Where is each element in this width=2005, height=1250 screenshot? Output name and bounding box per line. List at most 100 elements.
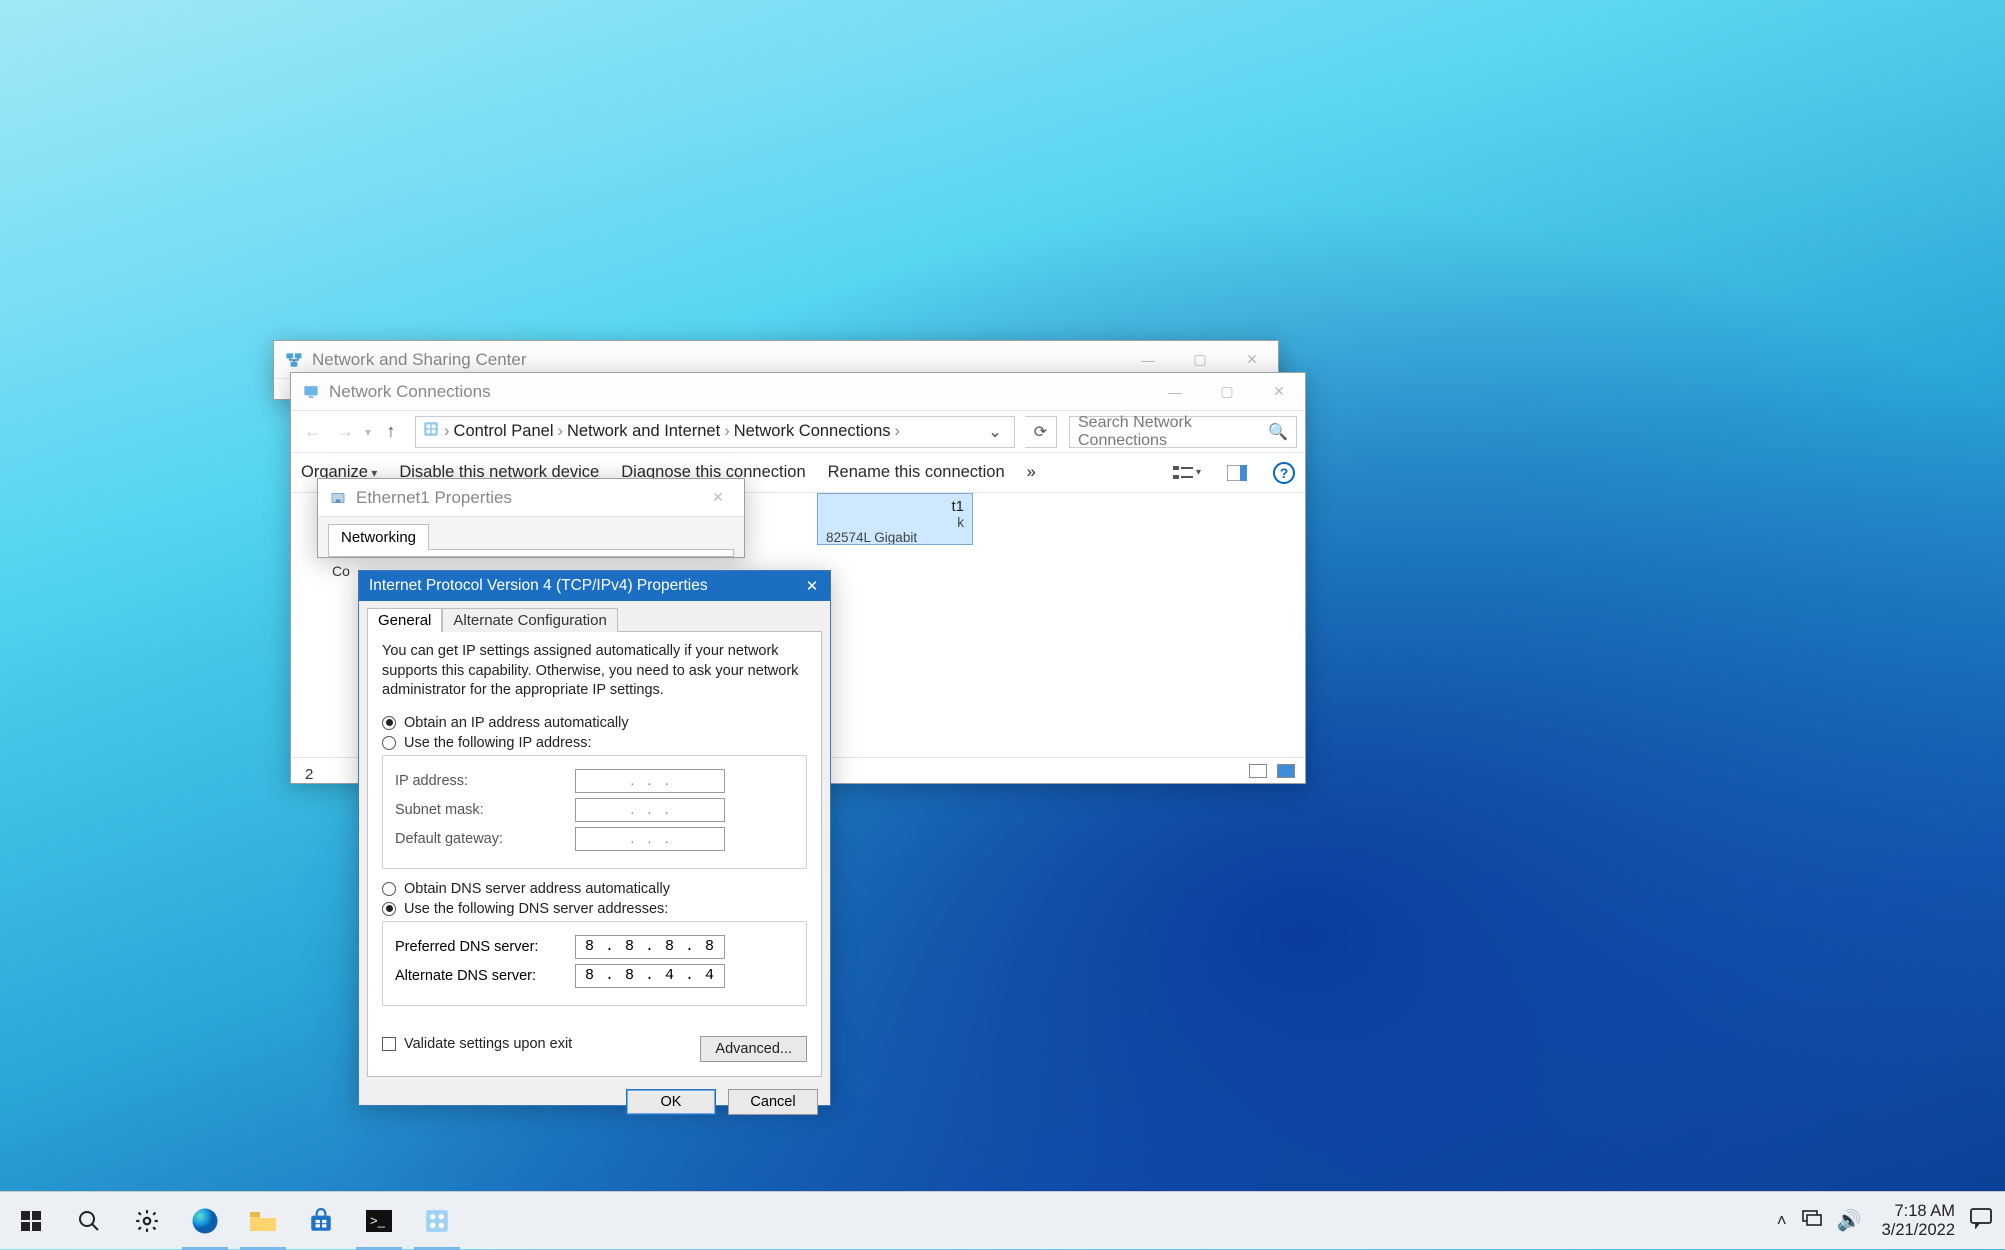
breadcrumb-bar[interactable]: › Control Panel › Network and Internet ›… — [415, 416, 1015, 448]
minimize-button[interactable]: — — [1149, 373, 1201, 410]
dns2-label: Alternate DNS server: — [395, 968, 575, 984]
gateway-input: ... — [575, 827, 725, 851]
network-icon[interactable] — [1801, 1209, 1823, 1232]
validate-checkbox[interactable]: Validate settings upon exit — [382, 1036, 572, 1052]
volume-icon[interactable]: 🔊 — [1837, 1208, 1862, 1233]
taskbar-control-panel-button[interactable] — [408, 1192, 466, 1250]
overflow-button[interactable]: » — [1027, 463, 1036, 482]
title: Internet Protocol Version 4 (TCP/IPv4) P… — [369, 577, 708, 595]
help-button[interactable]: ? — [1273, 462, 1295, 484]
preview-pane-button[interactable] — [1223, 459, 1251, 487]
connection-name: t1 — [826, 498, 964, 515]
window-ethernet-properties: Ethernet1 Properties ✕ Networking Co — [317, 478, 745, 558]
radio-ip-auto[interactable]: Obtain an IP address automatically — [382, 715, 807, 731]
radio-dns-auto[interactable]: Obtain DNS server address automatically — [382, 881, 807, 897]
breadcrumb-item[interactable]: Network and Internet — [567, 422, 720, 441]
close-button[interactable]: ✕ — [1253, 373, 1305, 410]
taskbar-terminal-button[interactable]: >_ — [350, 1192, 408, 1250]
title: Network Connections — [329, 382, 491, 402]
nav-forward-button[interactable]: → — [331, 418, 359, 446]
taskbar-edge-button[interactable] — [176, 1192, 234, 1250]
chevron-right-icon: › — [558, 422, 564, 441]
taskbar-settings-button[interactable] — [118, 1192, 176, 1250]
checkbox-icon — [382, 1037, 396, 1051]
ip-fields-group: IP address: ... Subnet mask: ... Default… — [382, 755, 807, 869]
radio-icon — [382, 882, 396, 896]
nav-up-button[interactable]: ↑ — [377, 418, 405, 446]
radio-label: Obtain an IP address automatically — [404, 715, 629, 731]
nsc-icon — [284, 350, 304, 370]
window-ipv4-properties: Internet Protocol Version 4 (TCP/IPv4) P… — [358, 570, 831, 1106]
dns1-input[interactable]: 8 . 8 . 8 . 8 — [575, 935, 725, 959]
search-input[interactable]: Search Network Connections 🔍 — [1069, 416, 1297, 448]
radio-label: Use the following IP address: — [404, 735, 592, 751]
tab-general[interactable]: General — [367, 608, 442, 632]
dns-fields-group: Preferred DNS server: 8 . 8 . 8 . 8 Alte… — [382, 921, 807, 1006]
dns1-label: Preferred DNS server: — [395, 939, 575, 955]
taskbar-search-button[interactable] — [60, 1192, 118, 1250]
chevron-right-icon: › — [895, 422, 901, 441]
control-panel-icon — [422, 420, 440, 443]
address-toolbar: ← → ▾ ↑ › Control Panel › Network and In… — [291, 411, 1305, 453]
tray-overflow-button[interactable]: ˄ — [1777, 1211, 1787, 1231]
ip-address-input: ... — [575, 769, 725, 793]
chevron-right-icon: › — [724, 422, 730, 441]
titlebar[interactable]: Internet Protocol Version 4 (TCP/IPv4) P… — [359, 571, 830, 601]
rename-button[interactable]: Rename this connection — [828, 463, 1005, 482]
nav-history-dropdown[interactable]: ▾ — [365, 425, 371, 439]
nc-icon — [301, 382, 321, 402]
connection-adapter: 82574L Gigabit Netwo... — [826, 530, 964, 545]
radio-label: Use the following DNS server addresses: — [404, 901, 668, 917]
tab-alternate[interactable]: Alternate Configuration — [442, 608, 617, 632]
gateway-label: Default gateway: — [395, 831, 575, 847]
ok-button[interactable]: OK — [626, 1089, 716, 1115]
system-tray: ˄ 🔊 7:18 AM 3/21/2022 — [1767, 1202, 2003, 1240]
search-icon: 🔍 — [1268, 422, 1288, 442]
subnet-input: ... — [575, 798, 725, 822]
cancel-button[interactable]: Cancel — [728, 1089, 818, 1115]
view-large-icon[interactable] — [1277, 764, 1295, 778]
title: Network and Sharing Center — [312, 350, 527, 370]
radio-ip-manual[interactable]: Use the following IP address: — [382, 735, 807, 751]
view-details-icon[interactable] — [1249, 764, 1267, 778]
radio-dns-manual[interactable]: Use the following DNS server addresses: — [382, 901, 807, 917]
clock[interactable]: 7:18 AM 3/21/2022 — [1882, 1202, 1955, 1240]
address-dropdown-button[interactable]: ⌄ — [982, 422, 1008, 442]
nav-back-button[interactable]: ← — [299, 418, 327, 446]
clock-date: 3/21/2022 — [1882, 1221, 1955, 1240]
svg-text:>_: >_ — [370, 1213, 386, 1228]
breadcrumb-item[interactable]: Network Connections — [734, 422, 891, 441]
validate-label: Validate settings upon exit — [404, 1036, 572, 1052]
taskbar-store-button[interactable] — [292, 1192, 350, 1250]
titlebar[interactable]: Ethernet1 Properties ✕ — [318, 479, 744, 517]
taskbar-explorer-button[interactable] — [234, 1192, 292, 1250]
close-button[interactable]: ✕ — [692, 479, 744, 516]
ip-address-label: IP address: — [395, 773, 575, 789]
chevron-right-icon: › — [444, 422, 450, 441]
radio-icon — [382, 736, 396, 750]
radio-label: Obtain DNS server address automatically — [404, 881, 670, 897]
close-button[interactable]: ✕ — [794, 571, 830, 601]
titlebar[interactable]: Network Connections — ▢ ✕ — [291, 373, 1305, 411]
tab-networking[interactable]: Networking — [328, 524, 429, 550]
refresh-button[interactable]: ⟳ — [1025, 416, 1057, 448]
items-count: 2 — [305, 766, 313, 783]
connection-item-ethernet1[interactable]: t1 k 82574L Gigabit Netwo... — [817, 493, 973, 545]
intro-text: You can get IP settings assigned automat… — [382, 642, 807, 701]
general-panel: You can get IP settings assigned automat… — [367, 631, 822, 1077]
start-button[interactable] — [2, 1192, 60, 1250]
action-center-button[interactable] — [1969, 1207, 1993, 1234]
subnet-label: Subnet mask: — [395, 802, 575, 818]
taskbar: >_ ˄ 🔊 7:18 AM 3/21/2022 — [0, 1191, 2005, 1249]
view-options-button[interactable]: ▾ — [1173, 459, 1201, 487]
connection-status: k — [826, 515, 964, 530]
clock-time: 7:18 AM — [1882, 1202, 1955, 1221]
dns2-input[interactable]: 8 . 8 . 4 . 4 — [575, 964, 725, 988]
ethernet-icon — [328, 488, 348, 508]
search-placeholder: Search Network Connections — [1078, 414, 1268, 450]
title: Ethernet1 Properties — [356, 488, 512, 508]
radio-icon — [382, 716, 396, 730]
advanced-button[interactable]: Advanced... — [700, 1036, 807, 1062]
maximize-button[interactable]: ▢ — [1201, 373, 1253, 410]
breadcrumb-item[interactable]: Control Panel — [454, 422, 554, 441]
